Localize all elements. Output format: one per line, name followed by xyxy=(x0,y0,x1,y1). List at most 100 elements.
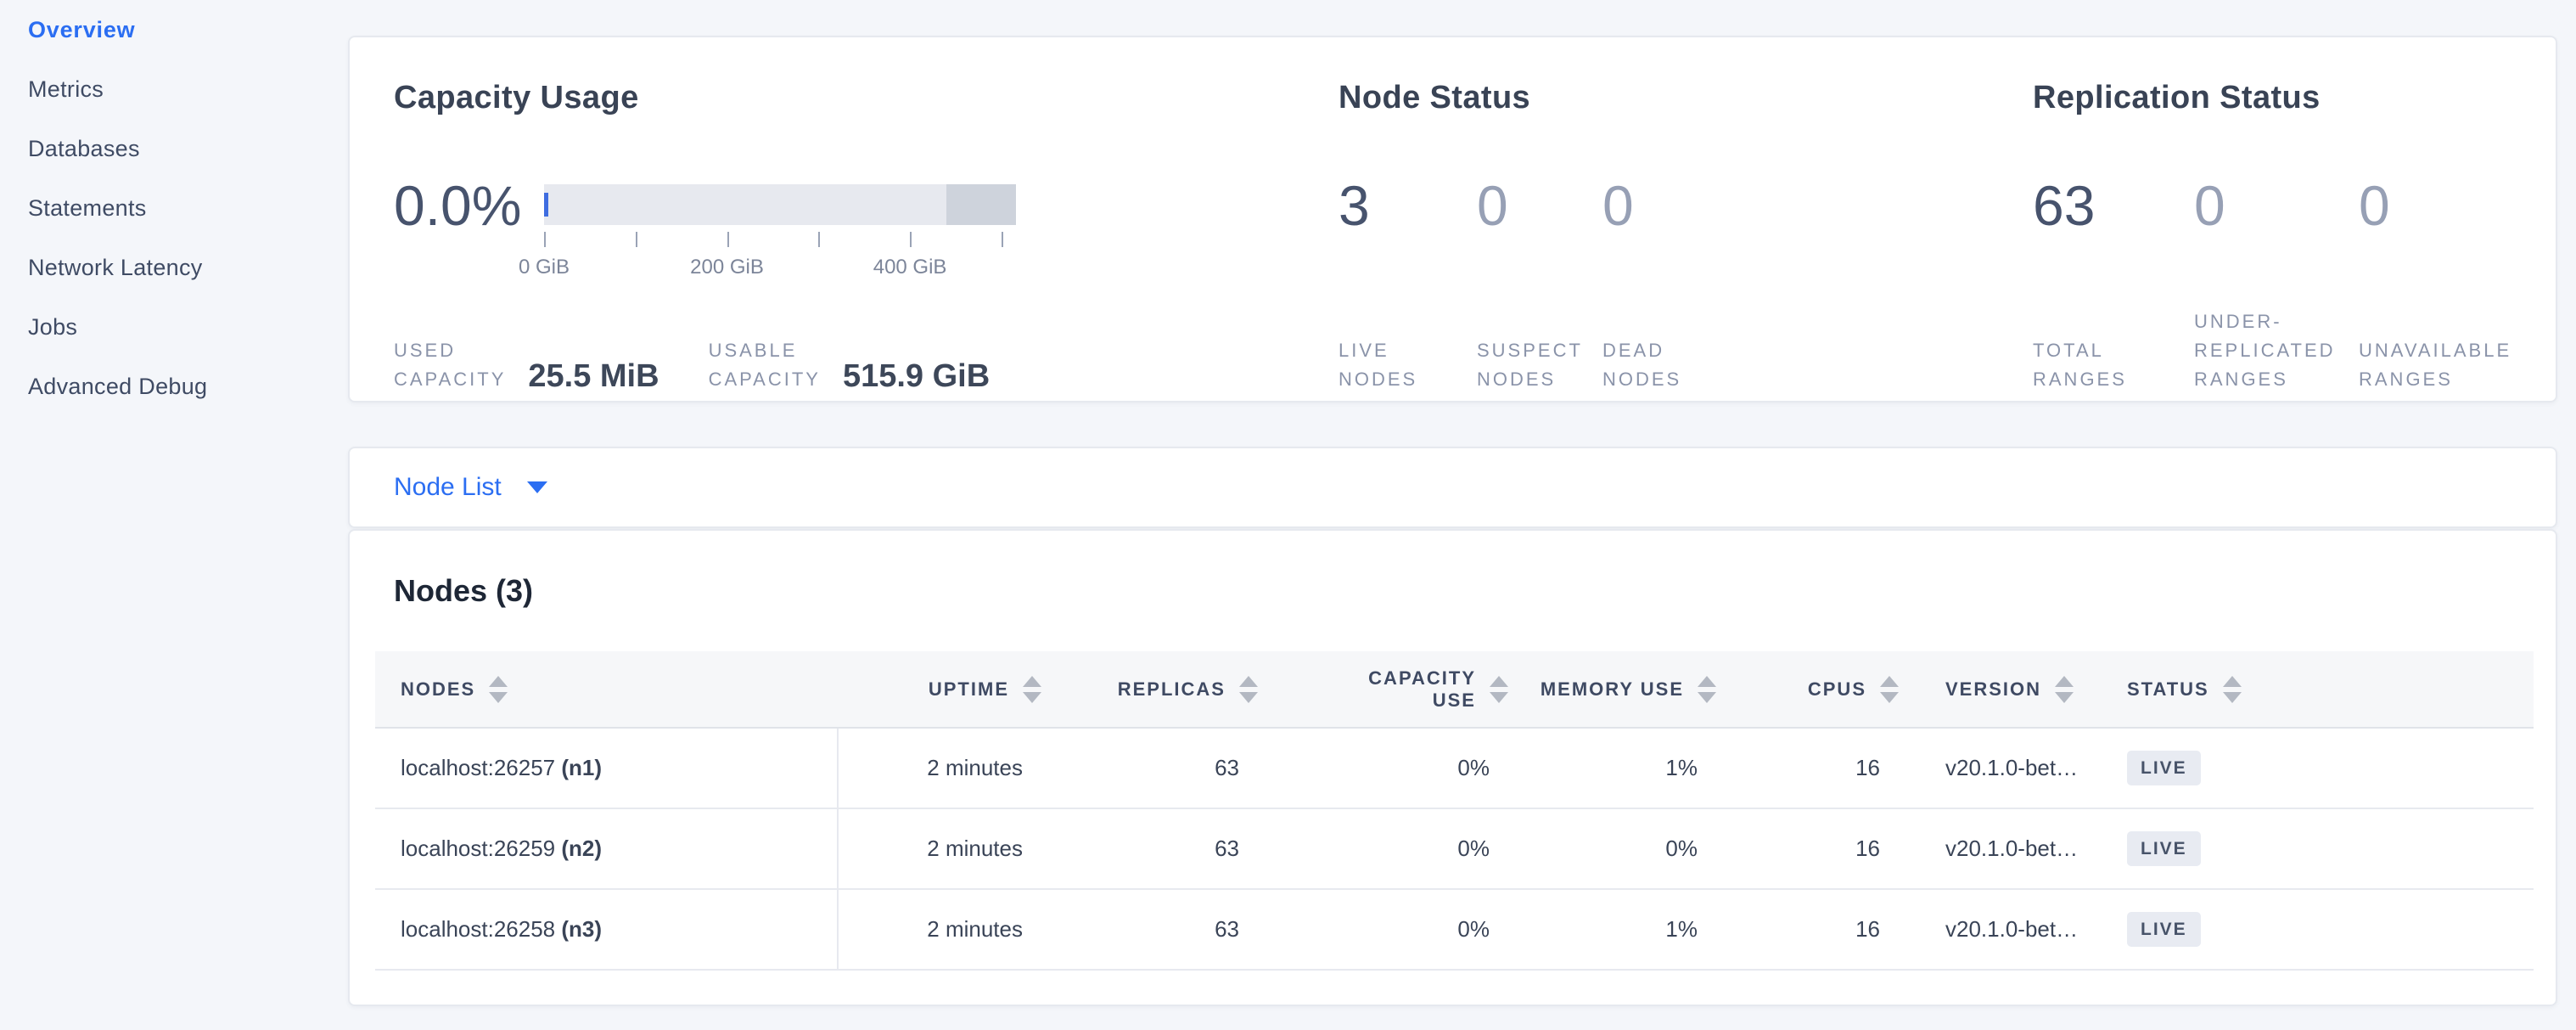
axis-tick xyxy=(727,232,729,247)
node-address-cell[interactable]: localhost:26259 (n2) xyxy=(375,808,838,889)
uptime-cell: 2 minutes xyxy=(838,889,1041,970)
capacity-usage-title: Capacity Usage xyxy=(394,80,639,116)
axis-tick xyxy=(910,232,912,247)
nodes-panel-title: Nodes (3) xyxy=(394,573,533,609)
sidebar-item-network-latency[interactable]: Network Latency xyxy=(0,238,348,297)
sort-icon xyxy=(489,676,508,703)
status-badge: LIVE xyxy=(2127,912,2201,947)
cpus-cell: 16 xyxy=(1716,889,1899,970)
under-replicated-ranges-count: 0 xyxy=(2194,170,2359,241)
suspect-nodes-count: 0 xyxy=(1477,170,1602,241)
suspect-nodes-label: SUSPECT NODES xyxy=(1477,336,1602,394)
sidebar-item-statements[interactable]: Statements xyxy=(0,178,348,238)
total-ranges-label: TOTAL RANGES xyxy=(2033,336,2194,394)
used-capacity-stat: USED CAPACITY 25.5 MiB xyxy=(394,336,659,394)
replication-status-title: Replication Status xyxy=(2033,80,2321,116)
version-cell: v20.1.0-bet… xyxy=(1899,889,2115,970)
usable-capacity-label-line2: CAPACITY xyxy=(709,365,821,394)
status-cell: LIVE xyxy=(2115,728,2534,808)
total-ranges-count: 63 xyxy=(2033,170,2194,241)
sort-icon xyxy=(1239,676,1258,703)
capacity-use-cell: 0% xyxy=(1258,728,1508,808)
node-list-dropdown-label: Node List xyxy=(394,473,502,502)
node-address-cell[interactable]: localhost:26258 (n3) xyxy=(375,889,838,970)
table-row-node-3: localhost:26258 (n3) 2 minutes 63 0% 1% … xyxy=(375,889,2534,970)
cpus-cell: 16 xyxy=(1716,808,1899,889)
node-status-section: Node Status 3 0 0 LIVE NODES SUSPECT NOD… xyxy=(1339,37,2033,401)
sidebar-item-jobs[interactable]: Jobs xyxy=(0,297,348,357)
axis-tick xyxy=(818,232,820,247)
used-capacity-label-line2: CAPACITY xyxy=(394,365,506,394)
capacity-bar-chart: 0 GiB200 GiB400 GiB xyxy=(544,184,1016,256)
capacity-bar xyxy=(544,184,1016,225)
replicas-cell: 63 xyxy=(1041,889,1258,970)
uptime-cell: 2 minutes xyxy=(838,808,1041,889)
replication-status-section: Replication Status 63 0 0 TOTAL RANGES U… xyxy=(2033,37,2542,401)
live-nodes-count: 3 xyxy=(1339,170,1477,241)
capacity-bar-other-segment xyxy=(946,184,1016,225)
memory-use-cell: 0% xyxy=(1508,808,1716,889)
sidebar-item-overview[interactable]: Overview xyxy=(0,0,348,59)
sort-icon xyxy=(1023,676,1041,703)
axis-tick-label: 400 GiB xyxy=(873,256,947,279)
chevron-down-icon xyxy=(527,481,547,493)
axis-tick-label: 200 GiB xyxy=(690,256,764,279)
capacity-used-indicator xyxy=(544,193,548,217)
sort-icon xyxy=(1880,676,1899,703)
capacity-bar-usable-segment xyxy=(544,184,946,225)
sidebar-item-metrics[interactable]: Metrics xyxy=(0,59,348,119)
under-replicated-ranges-label: UNDER- REPLICATED RANGES xyxy=(2194,307,2359,394)
table-row-node-1: localhost:26257 (n1) 2 minutes 63 0% 1% … xyxy=(375,728,2534,808)
replicas-cell: 63 xyxy=(1041,728,1258,808)
column-header-cpus[interactable]: CPUS xyxy=(1716,651,1899,728)
unavailable-ranges-label: UNAVAILABLE RANGES xyxy=(2359,336,2511,394)
version-cell: v20.1.0-bet… xyxy=(1899,728,2115,808)
column-header-nodes[interactable]: NODES xyxy=(375,651,838,728)
uptime-cell: 2 minutes xyxy=(838,728,1041,808)
cpus-cell: 16 xyxy=(1716,728,1899,808)
nodes-table-header-row: NODES UPTIME REPLICAS CAPACITY USE xyxy=(375,651,2534,728)
live-nodes-label: LIVE NODES xyxy=(1339,336,1477,394)
axis-tick xyxy=(544,232,546,247)
sort-icon xyxy=(1490,676,1508,703)
usable-capacity-stat: USABLE CAPACITY 515.9 GiB xyxy=(709,336,991,394)
node-address-cell[interactable]: localhost:26257 (n1) xyxy=(375,728,838,808)
cluster-summary-panel: Capacity Usage 0.0% 0 GiB200 GiB400 GiB … xyxy=(348,36,2557,402)
column-header-status[interactable]: STATUS xyxy=(2115,651,2534,728)
table-row-node-2: localhost:26259 (n2) 2 minutes 63 0% 0% … xyxy=(375,808,2534,889)
usable-capacity-value: 515.9 GiB xyxy=(843,358,990,394)
status-badge: LIVE xyxy=(2127,831,2201,866)
used-capacity-label-line1: USED xyxy=(394,336,506,365)
status-cell: LIVE xyxy=(2115,808,2534,889)
column-header-version[interactable]: VERSION xyxy=(1899,651,2115,728)
version-cell: v20.1.0-bet… xyxy=(1899,808,2115,889)
sidebar-item-advanced-debug[interactable]: Advanced Debug xyxy=(0,357,348,416)
sort-icon xyxy=(1698,676,1716,703)
status-badge: LIVE xyxy=(2127,751,2201,785)
sort-icon xyxy=(2223,676,2242,703)
axis-tick-label: 0 GiB xyxy=(519,256,570,279)
sidebar-nav: Overview Metrics Databases Statements Ne… xyxy=(0,0,348,1030)
sort-icon xyxy=(2055,676,2074,703)
capacity-use-cell: 0% xyxy=(1258,808,1508,889)
view-selector-panel: Node List xyxy=(348,447,2557,528)
node-list-dropdown[interactable]: Node List xyxy=(394,473,547,502)
unavailable-ranges-count: 0 xyxy=(2359,170,2390,241)
column-header-capacity-use[interactable]: CAPACITY USE xyxy=(1258,651,1508,728)
status-cell: LIVE xyxy=(2115,889,2534,970)
column-header-memory-use[interactable]: MEMORY USE xyxy=(1508,651,1716,728)
nodes-table: NODES UPTIME REPLICAS CAPACITY USE xyxy=(375,651,2534,971)
memory-use-cell: 1% xyxy=(1508,889,1716,970)
capacity-usage-section: Capacity Usage 0.0% 0 GiB200 GiB400 GiB … xyxy=(394,37,1339,401)
usable-capacity-label-line1: USABLE xyxy=(709,336,821,365)
used-capacity-value: 25.5 MiB xyxy=(528,358,659,394)
axis-tick xyxy=(636,232,637,247)
capacity-used-percent: 0.0% xyxy=(394,170,544,241)
capacity-axis-labels: 0 GiB200 GiB400 GiB xyxy=(544,256,1016,281)
column-header-replicas[interactable]: REPLICAS xyxy=(1041,651,1258,728)
axis-tick xyxy=(1002,232,1003,247)
column-header-uptime[interactable]: UPTIME xyxy=(838,651,1041,728)
sidebar-item-databases[interactable]: Databases xyxy=(0,119,348,178)
memory-use-cell: 1% xyxy=(1508,728,1716,808)
capacity-axis-ticks xyxy=(544,232,1016,249)
